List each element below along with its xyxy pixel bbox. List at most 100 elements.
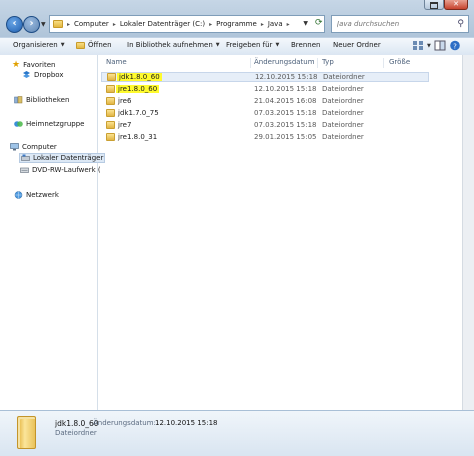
sidebar-item-homegroup[interactable]: Heimnetzgruppe — [14, 120, 84, 128]
folder-icon — [17, 416, 36, 449]
column-header-row: Name Änderungsdatum Typ Größe — [98, 55, 434, 68]
file-list: Name Änderungsdatum Typ Größe jdk1.8.0_6… — [98, 55, 474, 410]
sidebar-item-local-disk[interactable]: Lokaler Datenträger — [19, 153, 106, 163]
column-header-type[interactable]: Typ — [322, 58, 334, 66]
address-bar[interactable]: ▸ Computer ▸ Lokaler Datenträger (C:) ▸ … — [49, 15, 325, 33]
sidebar-item-dropbox[interactable]: Dropbox — [22, 71, 64, 79]
file-row[interactable]: jre7 07.03.2015 15:18 Dateiordner — [101, 120, 429, 130]
burn-label: Brennen — [291, 41, 321, 49]
details-type: Dateiordner — [55, 429, 97, 437]
search-input[interactable] — [337, 20, 447, 28]
chevron-down-icon: ▼ — [215, 42, 220, 48]
sidebar-label-favorites: Favoriten — [23, 61, 56, 69]
folder-icon — [107, 73, 116, 81]
command-bar: Organisieren ▼ Öffnen In Bibliothek aufn… — [0, 37, 474, 56]
search-box[interactable]: ⚲ — [331, 15, 469, 33]
open-label: Öffnen — [88, 41, 112, 49]
library-icon — [14, 96, 23, 104]
chevron-right-icon[interactable]: ▸ — [261, 21, 264, 28]
chevron-right-icon[interactable]: ▸ — [287, 21, 290, 28]
file-date: 21.04.2015 16:08 — [254, 97, 317, 105]
folder-icon — [53, 20, 63, 28]
file-type: Dateiordner — [322, 133, 364, 141]
file-name-cell: jre1.8.0_31 — [106, 133, 157, 141]
file-name: jre7 — [118, 121, 132, 129]
back-button[interactable]: ‹ — [6, 16, 23, 33]
folder-icon — [106, 97, 115, 105]
sidebar-label-network: Netzwerk — [26, 191, 59, 199]
file-type: Dateiordner — [322, 85, 364, 93]
sidebar-item-network[interactable]: Netzwerk — [14, 191, 59, 199]
open-button[interactable]: Öffnen — [76, 41, 112, 49]
file-date: 07.03.2015 15:18 — [254, 109, 317, 117]
forward-button[interactable]: › — [23, 16, 40, 33]
sidebar-label-libraries: Bibliotheken — [26, 96, 70, 104]
navigation-pane: ★ Favoriten Dropbox Bibliotheken Heimnet… — [0, 55, 106, 410]
folder-icon — [106, 133, 115, 141]
file-row[interactable]: jdk1.8.0_60 12.10.2015 15:18 Dateiordner — [101, 72, 429, 82]
column-header-name[interactable]: Name — [106, 58, 127, 66]
chevron-down-icon[interactable]: ▼ — [427, 43, 431, 51]
folder-icon — [106, 121, 115, 129]
file-name: jdk1.7.0_75 — [118, 109, 159, 117]
close-button[interactable]: ✕ — [444, 0, 468, 10]
hard-drive-icon — [21, 154, 30, 161]
breadcrumb-programme[interactable]: Programme — [216, 20, 257, 28]
file-row[interactable]: jre1.8.0_60 12.10.2015 15:18 Dateiordner — [101, 84, 429, 94]
file-row[interactable]: jre1.8.0_31 29.01.2015 15:05 Dateiordner — [101, 132, 429, 142]
chevron-down-icon: ▼ — [60, 42, 65, 48]
svg-text:?: ? — [453, 42, 457, 50]
sidebar-label-homegroup: Heimnetzgruppe — [26, 120, 85, 128]
view-options-icon[interactable] — [412, 40, 424, 51]
help-icon[interactable]: ? — [449, 40, 461, 51]
file-name: jdk1.8.0_60 — [117, 73, 162, 81]
include-in-library-button[interactable]: In Bibliothek aufnehmen ▼ — [127, 41, 220, 49]
refresh-icon[interactable]: ⟳ — [315, 18, 323, 28]
organize-label: Organisieren — [13, 41, 58, 49]
column-divider[interactable] — [317, 58, 318, 68]
sidebar-label-dropbox: Dropbox — [34, 71, 64, 79]
details-date-label: Änderungsdatum: — [93, 419, 156, 427]
preview-pane-icon[interactable] — [434, 40, 446, 51]
chevron-right-icon[interactable]: ▸ — [113, 21, 116, 28]
include-library-label: In Bibliothek aufnehmen — [127, 41, 213, 49]
dvd-drive-icon — [20, 167, 29, 173]
new-folder-button[interactable]: Neuer Ordner — [333, 41, 381, 49]
organize-button[interactable]: Organisieren ▼ — [13, 41, 65, 49]
burn-button[interactable]: Brennen — [291, 41, 320, 49]
file-row[interactable]: jre6 21.04.2015 16:08 Dateiordner — [101, 96, 429, 106]
chevron-right-icon[interactable]: ▸ — [209, 21, 212, 28]
star-icon: ★ — [12, 60, 21, 70]
file-row[interactable]: jdk1.7.0_75 07.03.2015 15:18 Dateiordner — [101, 108, 429, 118]
file-type: Dateiordner — [322, 97, 364, 105]
breadcrumb-computer[interactable]: Computer — [74, 20, 109, 28]
breadcrumb-local-disk[interactable]: Lokaler Datenträger (C:) — [120, 20, 205, 28]
share-with-button[interactable]: Freigeben für ▼ — [226, 41, 279, 49]
chevron-right-icon[interactable]: ▸ — [67, 21, 70, 28]
maximize-button[interactable] — [424, 0, 444, 10]
column-divider[interactable] — [383, 58, 384, 68]
sidebar-item-libraries[interactable]: Bibliotheken — [14, 96, 69, 104]
column-header-size[interactable]: Größe — [389, 58, 410, 66]
breadcrumb-java[interactable]: Java — [268, 20, 283, 28]
column-divider[interactable] — [250, 58, 251, 68]
file-name-cell: jre1.8.0_60 — [106, 85, 160, 93]
sidebar-item-dvd-drive[interactable]: DVD-RW-Laufwerk ( — [20, 166, 101, 174]
dropbox-icon — [23, 71, 30, 78]
sidebar-label-dvd-drive: DVD-RW-Laufwerk ( — [32, 166, 101, 174]
content-area: ★ Favoriten Dropbox Bibliotheken Heimnet… — [0, 55, 474, 410]
maximize-icon — [430, 2, 438, 9]
recent-pages-dropdown-icon[interactable]: ▼ — [41, 21, 46, 28]
computer-icon — [10, 143, 19, 151]
column-header-date[interactable]: Änderungsdatum — [254, 58, 315, 66]
address-dropdown-icon[interactable]: ▼ — [303, 20, 308, 27]
file-date: 12.10.2015 15:18 — [255, 73, 318, 81]
details-pane: jdk1.8.0_60 Änderungsdatum: 12.10.2015 1… — [0, 410, 474, 456]
search-icon[interactable]: ⚲ — [457, 19, 464, 29]
sidebar-item-computer[interactable]: Computer — [10, 143, 57, 151]
sidebar-item-favorites[interactable]: ★ Favoriten — [12, 60, 56, 70]
file-name: jre1.8.0_31 — [118, 133, 158, 141]
homegroup-icon — [14, 121, 23, 127]
file-type: Dateiordner — [323, 73, 365, 81]
vertical-scrollbar[interactable] — [462, 55, 474, 410]
